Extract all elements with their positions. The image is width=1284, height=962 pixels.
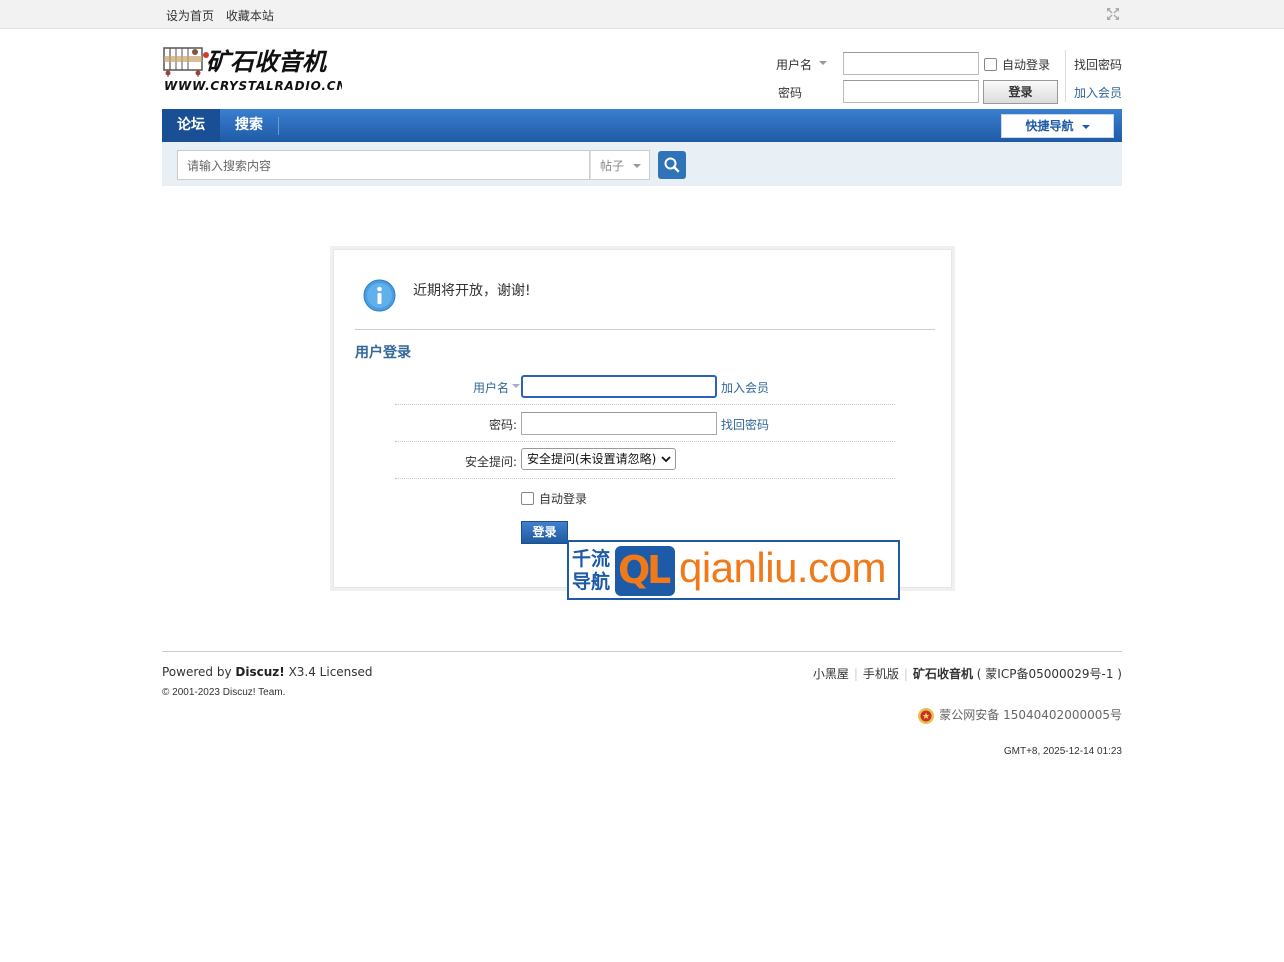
register-link[interactable]: 加入会员	[721, 379, 769, 396]
blacklist-link[interactable]: 小黑屋	[813, 667, 849, 681]
police-badge-icon	[918, 707, 935, 724]
header-auto-login-label: 自动登录	[1002, 58, 1051, 72]
header-password-label: 密码	[778, 86, 803, 100]
login-button[interactable]: 登录	[521, 521, 568, 544]
search-scope-value: 帖子	[600, 159, 625, 173]
security-question-select[interactable]: 安全提问(未设置请忽略)	[521, 448, 676, 470]
row-divider	[395, 441, 895, 442]
row-divider	[395, 404, 895, 405]
qianliu-watermark: 千流 导航 Q L qianliu.com	[567, 540, 900, 600]
search-scope-select[interactable]: 帖子	[590, 150, 650, 180]
nav-divider	[278, 117, 279, 135]
username-input[interactable]	[521, 375, 717, 398]
tab-forum[interactable]: 论坛	[162, 109, 220, 142]
message-divider	[355, 329, 935, 330]
chevron-down-icon	[633, 164, 641, 168]
top-bar: 设为首页 收藏本站	[0, 0, 1284, 29]
search-icon	[664, 157, 680, 173]
password-input[interactable]	[521, 412, 717, 435]
footer-site-name[interactable]: 矿石收音机	[913, 667, 973, 681]
header-register-link[interactable]: 加入会员	[1074, 84, 1122, 101]
username-type-caret-icon[interactable]	[819, 61, 827, 65]
message-text: 近期将开放，谢谢!	[413, 283, 531, 299]
forgot-password-link[interactable]: 找回密码	[721, 416, 769, 433]
auto-login-label: 自动登录	[539, 492, 588, 506]
username-type-label[interactable]: 用户名	[389, 379, 509, 396]
password-label: 密码:	[488, 418, 517, 432]
icp-link[interactable]: ( 蒙ICP备05000029号-1 )	[977, 667, 1122, 681]
server-time: GMT+8, 2025-12-14 01:23	[1003, 746, 1122, 757]
svg-text:矿石收音机: 矿石收音机	[206, 47, 328, 76]
header-login-button[interactable]: 登录	[983, 80, 1058, 104]
tab-search[interactable]: 搜索	[220, 109, 278, 142]
chevron-down-icon	[1081, 124, 1090, 129]
site-logo[interactable]: 矿石收音机 WWW.CRYSTALRADIO.CN	[162, 43, 346, 95]
header-forgot-password-link[interactable]: 找回密码	[1074, 56, 1122, 73]
powered-by: Powered by Discuz! X3.4 Licensed	[162, 665, 373, 679]
copyright: © 2001-2023 Discuz! Team.	[162, 687, 286, 698]
message-box-inner: 近期将开放，谢谢! 用户登录 用户名 加入会员 密码: 找回密码 安全提问: 安…	[333, 249, 952, 588]
chevron-down-icon[interactable]	[512, 384, 520, 388]
watermark-cn-text: 千流 导航	[572, 548, 611, 593]
login-title: 用户登录	[355, 345, 411, 361]
chevron-down-icon	[661, 456, 671, 463]
row-divider	[395, 478, 895, 479]
header-password-input[interactable]	[843, 80, 979, 103]
security-question-value: 安全提问(未设置请忽略)	[527, 452, 657, 466]
svg-text:WWW.CRYSTALRADIO.CN: WWW.CRYSTALRADIO.CN	[164, 79, 342, 93]
search-bar: 请输入搜索内容 帖子	[162, 142, 1122, 186]
watermark-domain: qianliu.com	[679, 544, 886, 591]
discuz-link[interactable]: Discuz!	[235, 665, 284, 679]
fullscreen-icon[interactable]	[1105, 6, 1121, 22]
auto-login-checkbox[interactable]	[521, 492, 534, 505]
footer-divider	[162, 651, 1122, 652]
crystal-radio-logo-icon: 矿石收音机 WWW.CRYSTALRADIO.CN	[163, 47, 346, 93]
header-username-input[interactable]	[843, 52, 979, 75]
info-icon	[363, 279, 396, 312]
footer-links: 小黑屋 | 手机版 | 矿石收音机 ( 蒙ICP备05000029号-1 )	[812, 667, 1122, 681]
police-record-text: 蒙公网安备 15040402000005号	[939, 708, 1122, 722]
search-input[interactable]: 请输入搜索内容	[177, 150, 590, 180]
mobile-link[interactable]: 手机版	[863, 667, 899, 681]
quick-nav-label: 快捷导航	[1025, 119, 1074, 133]
quick-nav-button[interactable]: 快捷导航	[1001, 114, 1114, 138]
set-home-link[interactable]: 设为首页	[166, 9, 214, 23]
watermark-ql-logo: Q L	[615, 546, 675, 596]
main-nav: 论坛 搜索 快捷导航	[162, 109, 1122, 142]
header-username-label[interactable]: 用户名	[776, 56, 812, 73]
security-question-label: 安全提问:	[464, 455, 517, 469]
bookmark-link[interactable]: 收藏本站	[226, 9, 274, 23]
header-divider	[1065, 50, 1066, 102]
search-button[interactable]	[658, 151, 686, 179]
top-links: 设为首页 收藏本站	[166, 7, 282, 24]
police-record[interactable]: 蒙公网安备 15040402000005号	[917, 705, 1122, 725]
header-auto-login-checkbox[interactable]	[984, 58, 997, 71]
